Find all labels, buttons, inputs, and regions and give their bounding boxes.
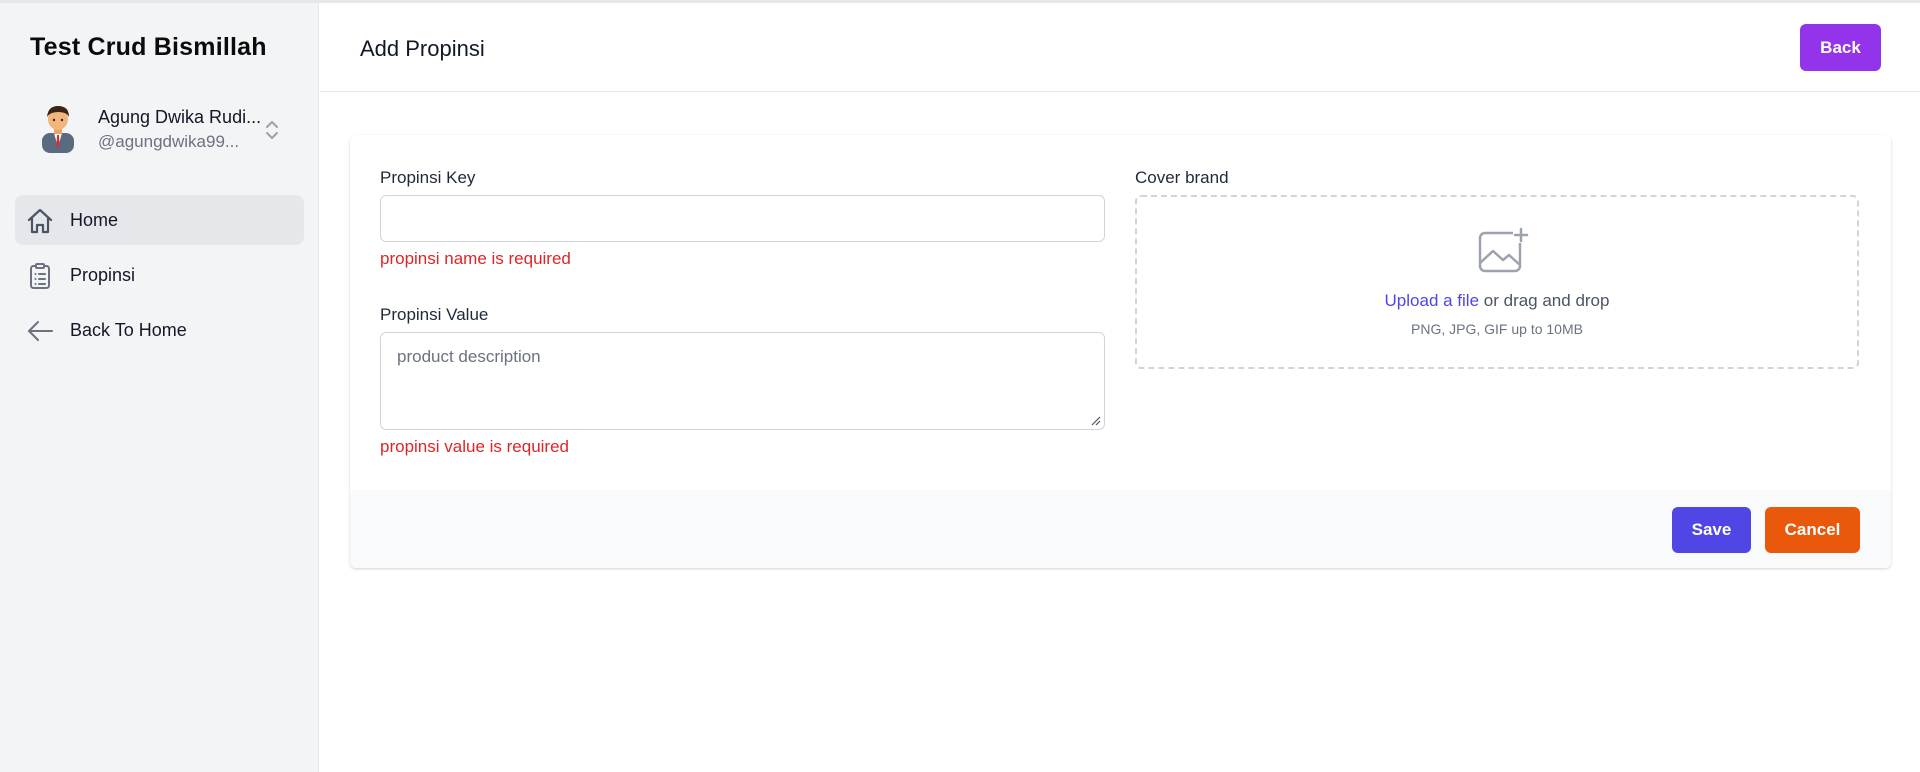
avatar — [42, 106, 74, 153]
sidebar-item-home[interactable]: Home — [15, 195, 304, 245]
cover-brand-label: Cover brand — [1135, 168, 1229, 187]
drag-drop-text: or drag and drop — [1479, 291, 1610, 310]
sidebar-item-propinsi[interactable]: Propinsi — [15, 250, 304, 300]
home-icon — [27, 208, 53, 234]
sidebar-nav: Home Propinsi Back To Home — [15, 195, 304, 360]
image-add-icon — [1478, 227, 1529, 273]
user-menu[interactable]: Agung Dwika Rudi... @agungdwika99... — [36, 103, 286, 159]
propinsi-value-label: Propinsi Value — [380, 305, 489, 324]
propinsi-key-input[interactable] — [380, 195, 1105, 242]
user-name: Agung Dwika Rudi... — [98, 107, 262, 127]
save-button[interactable]: Save — [1672, 507, 1751, 553]
form-card: Propinsi Key propinsi name is required P… — [350, 135, 1891, 568]
dropzone-instructions: Upload a file or drag and drop — [1137, 291, 1857, 311]
sidebar-item-label: Back To Home — [70, 320, 187, 340]
sidebar-item-back-to-home[interactable]: Back To Home — [15, 305, 304, 355]
sidebar-item-label: Home — [70, 210, 119, 230]
upload-file-link[interactable]: Upload a file — [1385, 291, 1480, 310]
propinsi-value-textarea[interactable] — [380, 332, 1105, 430]
propinsi-key-label: Propinsi Key — [380, 168, 476, 187]
arrow-left-icon — [28, 321, 53, 341]
resize-handle-icon[interactable] — [1091, 416, 1101, 426]
app-title: Test Crud Bismillah — [30, 33, 267, 61]
clipboard-list-icon — [30, 263, 50, 289]
chevron-up-down-icon — [266, 121, 278, 139]
file-type-hint: PNG, JPG, GIF up to 10MB — [1411, 321, 1583, 337]
page-header: Add Propinsi Back — [320, 3, 1920, 92]
propinsi-key-error: propinsi name is required — [380, 249, 571, 268]
sidebar-item-label: Propinsi — [70, 265, 136, 285]
back-button[interactable]: Back — [1800, 24, 1881, 71]
propinsi-value-error: propinsi value is required — [380, 437, 569, 456]
app-root: Test Crud Bismillah Agung Dwika Rudi... … — [0, 0, 1920, 772]
form-footer: Save Cancel — [350, 490, 1891, 568]
user-handle: @agungdwika99... — [98, 132, 240, 151]
page-title: Add Propinsi — [360, 36, 485, 61]
cancel-button[interactable]: Cancel — [1765, 507, 1860, 553]
sidebar: Test Crud Bismillah Agung Dwika Rudi... … — [0, 3, 319, 772]
file-dropzone[interactable]: Upload a file or drag and drop PNG, JPG,… — [1135, 195, 1859, 369]
